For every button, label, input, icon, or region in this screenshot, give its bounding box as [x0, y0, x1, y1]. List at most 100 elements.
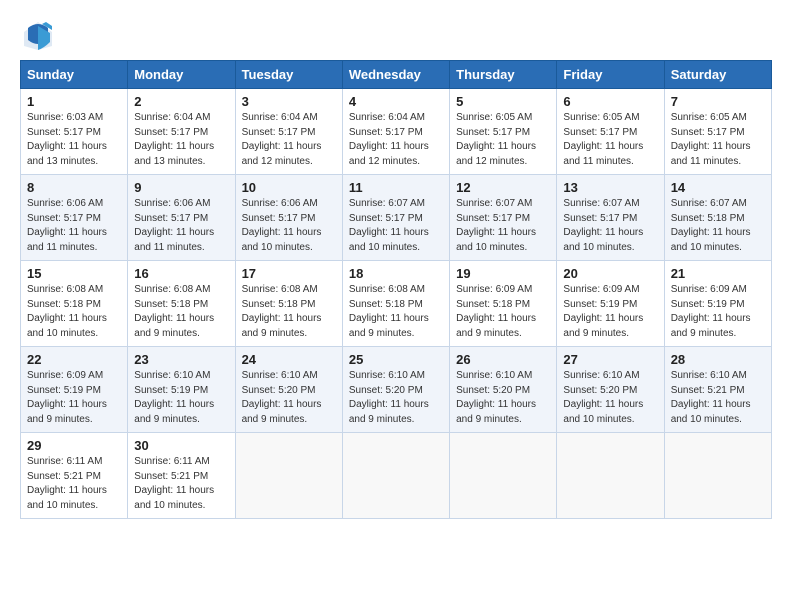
day-number: 18 — [349, 266, 443, 281]
weekday-header-monday: Monday — [128, 61, 235, 89]
day-info: Sunrise: 6:10 AM Sunset: 5:19 PM Dayligh… — [134, 369, 228, 427]
day-cell: 6Sunrise: 6:05 AM Sunset: 5:17 PM Daylig… — [557, 89, 664, 175]
day-number: 19 — [456, 266, 550, 281]
day-cell: 1 Sunrise: 6:03 AM Sunset: 5:17 PM Daylig… — [21, 89, 128, 175]
day-cell: 23 Sunrise: 6:10 AM Sunset: 5:19 PM Dayli… — [128, 347, 235, 433]
day-cell: 29Sunrise: 6:11 AM Sunset: 5:21 PM Dayli… — [21, 433, 128, 519]
day-cell: 26Sunrise: 6:10 AM Sunset: 5:20 PM Dayli… — [450, 347, 557, 433]
day-info: Sunrise: 6:07 AM Sunset: 5:18 PM Dayligh… — [671, 197, 765, 255]
day-cell: 18 Sunrise: 6:08 AM Sunset: 5:18 PM Dayli… — [342, 261, 449, 347]
week-row-4: 22Sunrise: 6:09 AM Sunset: 5:19 PM Dayli… — [21, 347, 772, 433]
day-number: 8 — [27, 180, 121, 195]
day-cell — [664, 433, 771, 519]
day-number: 11 — [349, 180, 443, 195]
day-cell: 16Sunrise: 6:08 AM Sunset: 5:18 PM Dayli… — [128, 261, 235, 347]
week-row-5: 29 Sunrise: 6:11 AM Sunset: 5:21 PM Dayli… — [21, 433, 772, 519]
day-number: 23 — [134, 352, 228, 367]
weekday-header-wednesday: Wednesday — [342, 61, 449, 89]
day-info: Sunrise: 6:06 AM Sunset: 5:17 PM Dayligh… — [27, 197, 121, 255]
day-cell: 2 Sunrise: 6:04 AM Sunset: 5:17 PM Daylig… — [128, 89, 235, 175]
day-cell: 20 Sunrise: 6:09 AM Sunset: 5:19 PM Dayli… — [557, 261, 664, 347]
week-row-3: 15 Sunrise: 6:08 AM Sunset: 5:18 PM Dayli… — [21, 261, 772, 347]
day-number: 20 — [563, 266, 657, 281]
day-info: Sunrise: 6:10 AM Sunset: 5:20 PM Dayligh… — [456, 369, 550, 427]
day-number: 24 — [242, 352, 336, 367]
day-number: 29 — [27, 438, 121, 453]
day-info: Sunrise: 6:11 AM Sunset: 5:21 PM Dayligh… — [134, 455, 228, 513]
day-number: 4 — [349, 94, 443, 109]
day-info: Sunrise: 6:08 AM Sunset: 5:18 PM Dayligh… — [242, 283, 336, 341]
day-info: Sunrise: 6:04 AM Sunset: 5:17 PM Dayligh… — [134, 111, 228, 169]
day-number: 21 — [671, 266, 765, 281]
day-cell: 13 Sunrise: 6:07 AM Sunset: 5:17 PM Dayli… — [557, 175, 664, 261]
day-cell: 22Sunrise: 6:09 AM Sunset: 5:19 PM Dayli… — [21, 347, 128, 433]
day-number: 14 — [671, 180, 765, 195]
day-info: Sunrise: 6:05 AM Sunset: 5:17 PM Dayligh… — [671, 111, 765, 169]
day-cell: 14 Sunrise: 6:07 AM Sunset: 5:18 PM Dayli… — [664, 175, 771, 261]
day-info: Sunrise: 6:10 AM Sunset: 5:20 PM Dayligh… — [349, 369, 443, 427]
day-cell: 24 Sunrise: 6:10 AM Sunset: 5:20 PM Dayli… — [235, 347, 342, 433]
day-number: 1 — [27, 94, 121, 109]
weekday-header-row: SundayMondayTuesdayWednesdayThursdayFrid… — [21, 61, 772, 89]
week-row-1: 1 Sunrise: 6:03 AM Sunset: 5:17 PM Daylig… — [21, 89, 772, 175]
day-number: 5 — [456, 94, 550, 109]
day-cell: 3 Sunrise: 6:04 AM Sunset: 5:17 PM Daylig… — [235, 89, 342, 175]
day-info: Sunrise: 6:05 AM Sunset: 5:17 PM Dayligh… — [563, 111, 657, 169]
header — [20, 18, 772, 54]
day-cell — [557, 433, 664, 519]
day-number: 12 — [456, 180, 550, 195]
day-info: Sunrise: 6:09 AM Sunset: 5:18 PM Dayligh… — [456, 283, 550, 341]
logo-area — [20, 18, 62, 54]
day-info: Sunrise: 6:04 AM Sunset: 5:17 PM Dayligh… — [242, 111, 336, 169]
day-info: Sunrise: 6:10 AM Sunset: 5:20 PM Dayligh… — [563, 369, 657, 427]
day-cell: 10 Sunrise: 6:06 AM Sunset: 5:17 PM Dayli… — [235, 175, 342, 261]
day-number: 27 — [563, 352, 657, 367]
day-cell — [235, 433, 342, 519]
day-number: 7 — [671, 94, 765, 109]
day-number: 17 — [242, 266, 336, 281]
day-cell: 19 Sunrise: 6:09 AM Sunset: 5:18 PM Dayli… — [450, 261, 557, 347]
day-info: Sunrise: 6:08 AM Sunset: 5:18 PM Dayligh… — [349, 283, 443, 341]
day-info: Sunrise: 6:05 AM Sunset: 5:17 PM Dayligh… — [456, 111, 550, 169]
day-info: Sunrise: 6:07 AM Sunset: 5:17 PM Dayligh… — [349, 197, 443, 255]
day-number: 13 — [563, 180, 657, 195]
weekday-header-friday: Friday — [557, 61, 664, 89]
day-number: 3 — [242, 94, 336, 109]
day-cell: 4Sunrise: 6:04 AM Sunset: 5:17 PM Daylig… — [342, 89, 449, 175]
day-info: Sunrise: 6:09 AM Sunset: 5:19 PM Dayligh… — [563, 283, 657, 341]
day-cell: 17 Sunrise: 6:08 AM Sunset: 5:18 PM Dayli… — [235, 261, 342, 347]
calendar-page: SundayMondayTuesdayWednesdayThursdayFrid… — [0, 0, 792, 612]
day-cell: 30 Sunrise: 6:11 AM Sunset: 5:21 PM Dayli… — [128, 433, 235, 519]
day-cell — [450, 433, 557, 519]
day-number: 22 — [27, 352, 121, 367]
day-cell: 9 Sunrise: 6:06 AM Sunset: 5:17 PM Daylig… — [128, 175, 235, 261]
calendar-table: SundayMondayTuesdayWednesdayThursdayFrid… — [20, 60, 772, 519]
day-number: 10 — [242, 180, 336, 195]
day-cell: 8 Sunrise: 6:06 AM Sunset: 5:17 PM Daylig… — [21, 175, 128, 261]
day-number: 15 — [27, 266, 121, 281]
day-number: 30 — [134, 438, 228, 453]
weekday-header-tuesday: Tuesday — [235, 61, 342, 89]
day-number: 9 — [134, 180, 228, 195]
day-info: Sunrise: 6:03 AM Sunset: 5:17 PM Dayligh… — [27, 111, 121, 169]
logo-icon — [20, 18, 56, 54]
day-info: Sunrise: 6:08 AM Sunset: 5:18 PM Dayligh… — [27, 283, 121, 341]
day-info: Sunrise: 6:07 AM Sunset: 5:17 PM Dayligh… — [456, 197, 550, 255]
day-info: Sunrise: 6:06 AM Sunset: 5:17 PM Dayligh… — [242, 197, 336, 255]
week-row-2: 8 Sunrise: 6:06 AM Sunset: 5:17 PM Daylig… — [21, 175, 772, 261]
day-cell: 7 Sunrise: 6:05 AM Sunset: 5:17 PM Daylig… — [664, 89, 771, 175]
day-number: 2 — [134, 94, 228, 109]
weekday-header-sunday: Sunday — [21, 61, 128, 89]
day-cell: 21Sunrise: 6:09 AM Sunset: 5:19 PM Dayli… — [664, 261, 771, 347]
day-info: Sunrise: 6:10 AM Sunset: 5:20 PM Dayligh… — [242, 369, 336, 427]
day-info: Sunrise: 6:07 AM Sunset: 5:17 PM Dayligh… — [563, 197, 657, 255]
day-number: 25 — [349, 352, 443, 367]
day-cell: 15 Sunrise: 6:08 AM Sunset: 5:18 PM Dayli… — [21, 261, 128, 347]
day-number: 28 — [671, 352, 765, 367]
day-info: Sunrise: 6:08 AM Sunset: 5:18 PM Dayligh… — [134, 283, 228, 341]
day-cell: 12 Sunrise: 6:07 AM Sunset: 5:17 PM Dayli… — [450, 175, 557, 261]
day-cell: 28Sunrise: 6:10 AM Sunset: 5:21 PM Dayli… — [664, 347, 771, 433]
weekday-header-thursday: Thursday — [450, 61, 557, 89]
day-cell: 5 Sunrise: 6:05 AM Sunset: 5:17 PM Daylig… — [450, 89, 557, 175]
day-info: Sunrise: 6:06 AM Sunset: 5:17 PM Dayligh… — [134, 197, 228, 255]
